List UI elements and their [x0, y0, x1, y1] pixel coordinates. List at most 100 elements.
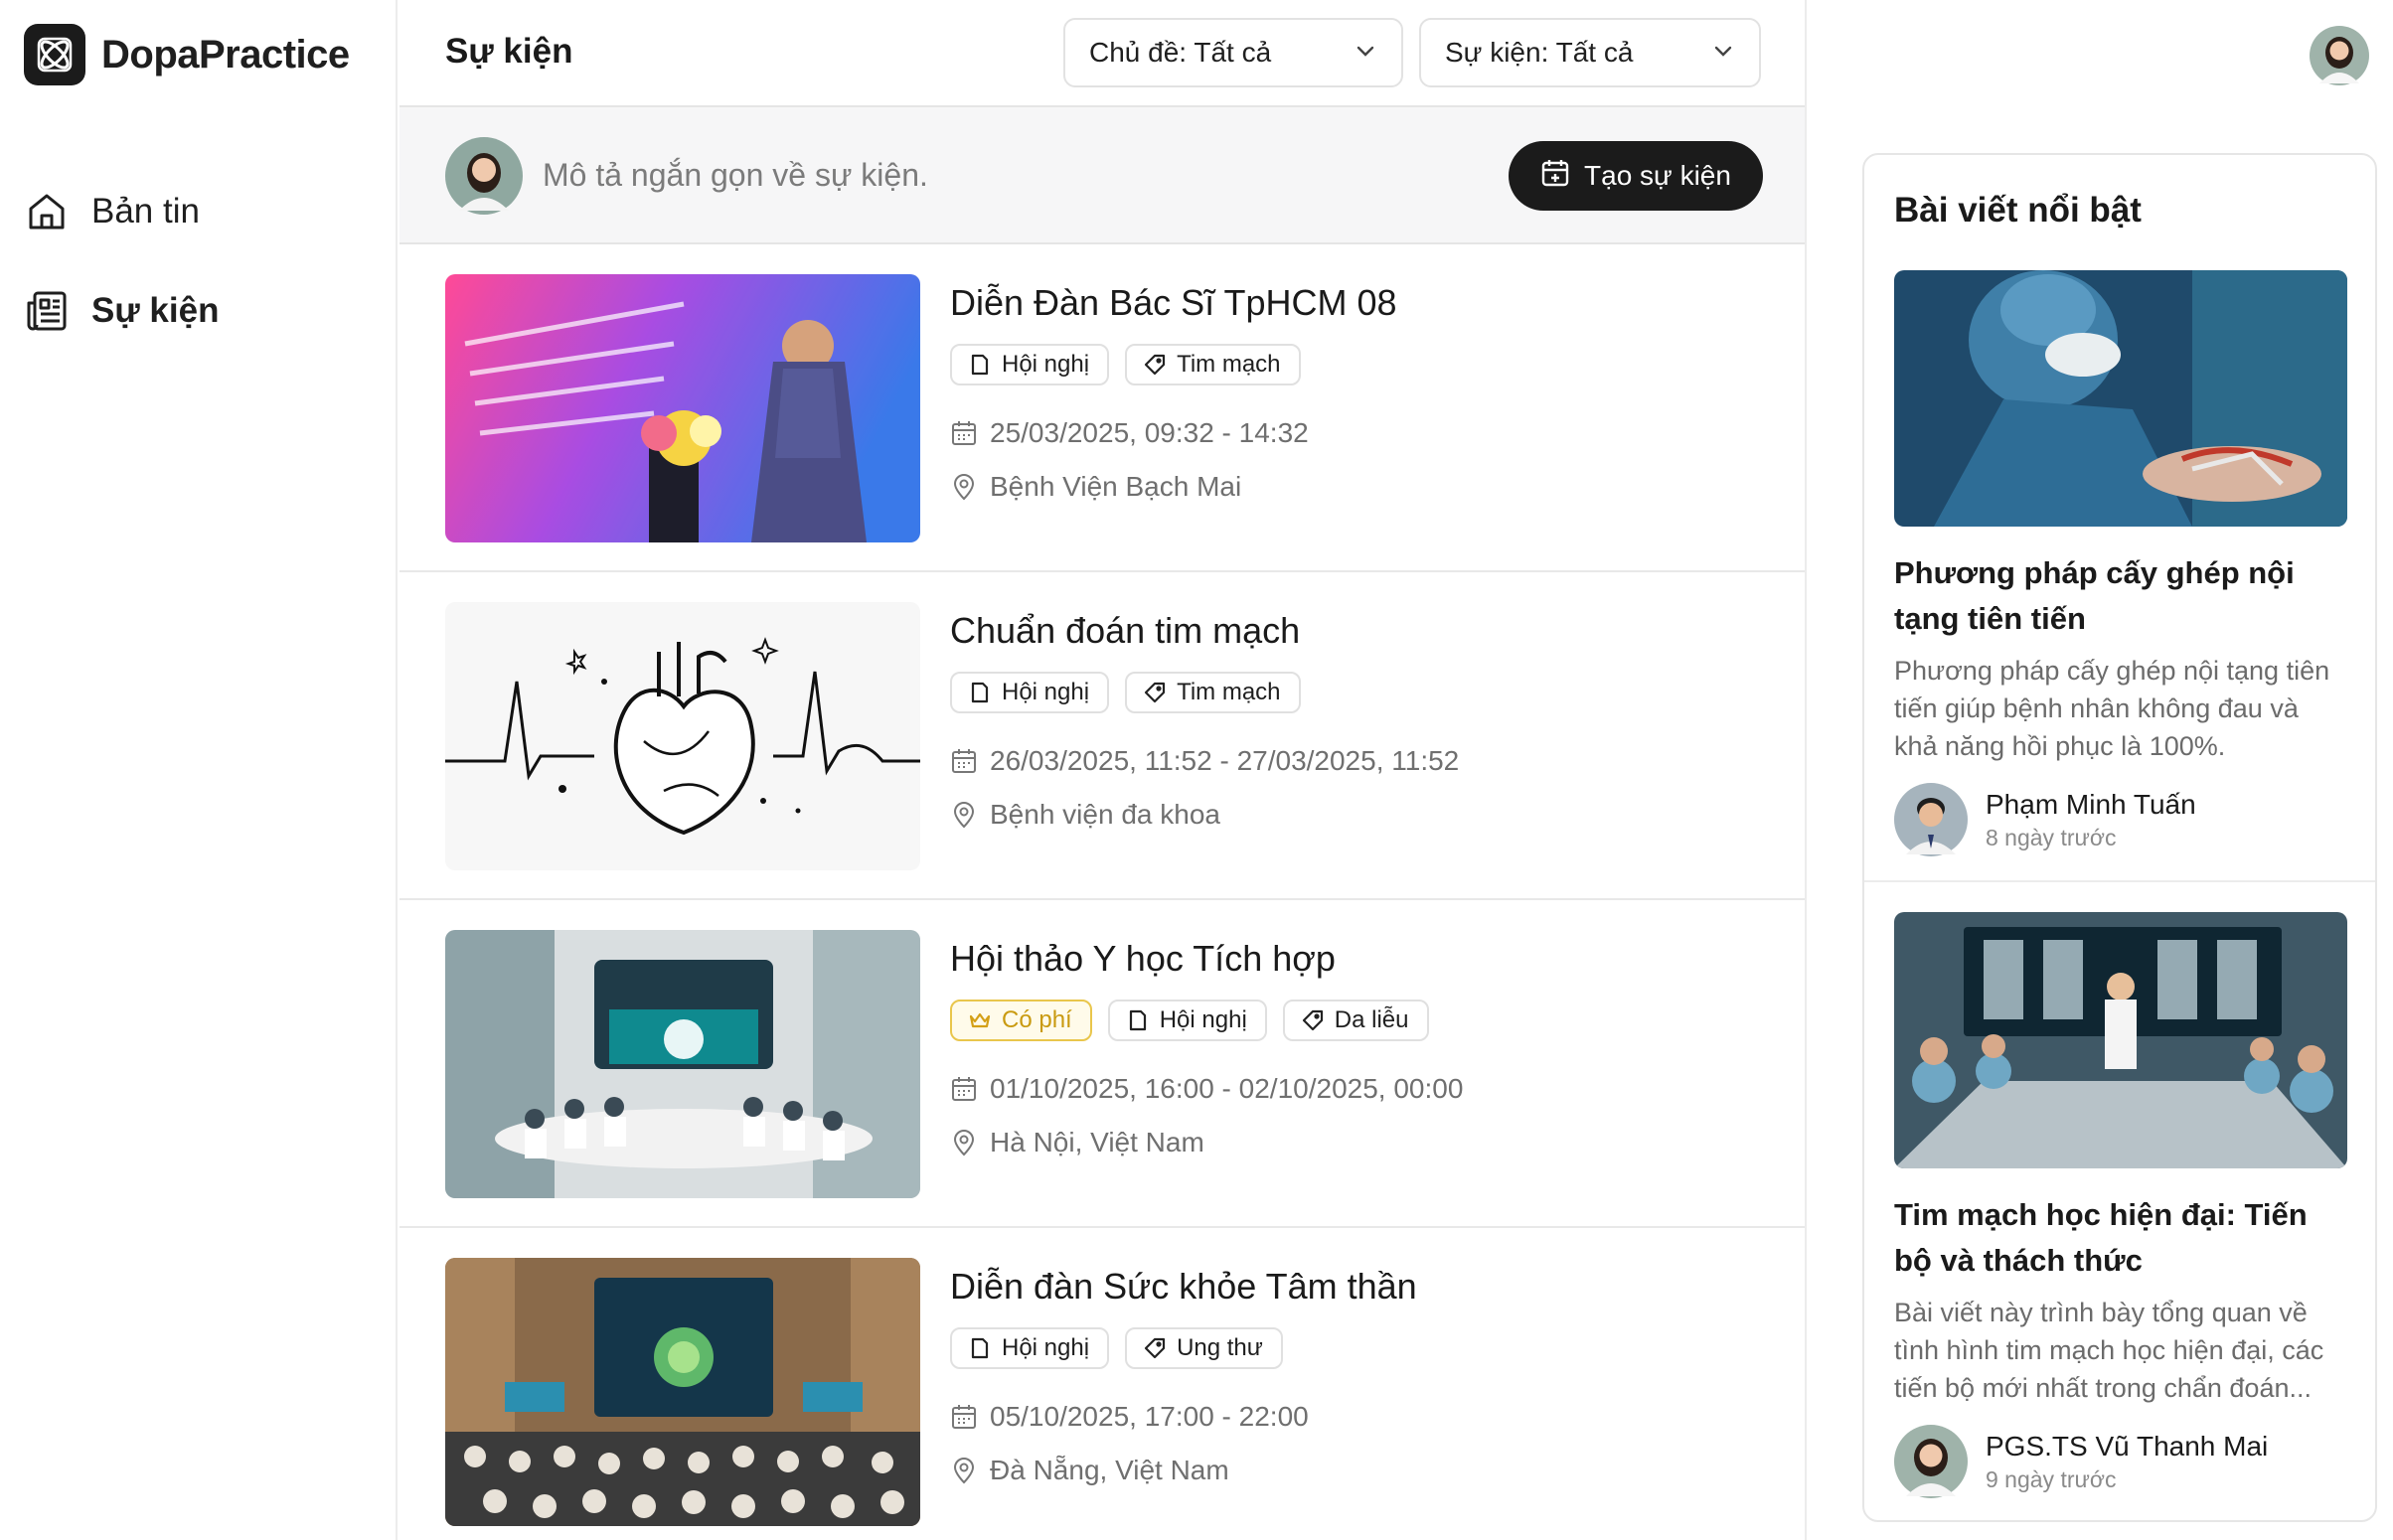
calendar-icon — [950, 1403, 978, 1431]
event-card[interactable]: Chuẩn đoán tim mạch Hội nghị Tim mạch 26… — [399, 572, 1805, 900]
topbar: Sự kiện Chủ đề: Tất cả Sự kiện: Tất cả — [399, 0, 1805, 107]
tag-label: Hội nghị — [1159, 1006, 1247, 1033]
event-location-text: Hà Nội, Việt Nam — [990, 1127, 1204, 1157]
tag-topic[interactable]: Tim mạch — [1125, 672, 1301, 713]
calendar-plus-icon — [1540, 158, 1570, 195]
tag-icon — [1143, 353, 1167, 377]
event-tags: Hội nghị Ung thư — [950, 1327, 1299, 1369]
post-time: 9 ngày trước — [1986, 1465, 2117, 1492]
sidebar-item-news[interactable]: Bản tin — [24, 177, 219, 246]
newspaper-icon — [24, 288, 70, 334]
file-icon — [968, 681, 992, 704]
event-location-text: Bệnh Viện Bạch Mai — [990, 471, 1242, 502]
article-title[interactable]: Phương pháp cấy ghép nội tạng tiên tiến — [1894, 550, 2347, 642]
main-content: Sự kiện Chủ đề: Tất cả Sự kiện: Tất cả M… — [399, 0, 1807, 1540]
article-excerpt: Bài viết này trình bày tổng quan về tình… — [1894, 1298, 2324, 1403]
event-composer: Mô tả ngắn gọn về sự kiện. Tạo sự kiện — [399, 107, 1805, 244]
event-card[interactable]: Hội thảo Y học Tích hợp Có phí Hội nghị … — [399, 900, 1805, 1228]
tag-topic[interactable]: Da liễu — [1282, 1000, 1429, 1041]
author-name[interactable]: PGS.TS Vũ Thanh Mai — [1986, 1431, 2268, 1463]
tag-category[interactable]: Hội nghị — [950, 344, 1110, 385]
calendar-icon — [950, 747, 978, 775]
divider — [1864, 880, 2375, 882]
tag-category[interactable]: Hội nghị — [950, 1327, 1110, 1369]
tag-topic[interactable]: Ung thư — [1125, 1327, 1283, 1369]
event-date: 05/10/2025, 17:00 - 22:00 — [950, 1401, 1309, 1433]
home-icon — [24, 189, 70, 234]
map-pin-icon — [950, 1129, 978, 1156]
author-name[interactable]: Phạm Minh Tuấn — [1986, 789, 2196, 821]
tag-topic[interactable]: Tim mạch — [1125, 344, 1301, 385]
crown-icon — [968, 1008, 992, 1032]
event-location: Bệnh viện đa khoa — [950, 799, 1220, 831]
event-title[interactable]: Chuẩn đoán tim mạch — [950, 610, 1300, 652]
event-card[interactable]: Diễn Đàn Bác Sĩ TpHCM 08 Hội nghị Tim mạ… — [399, 244, 1805, 572]
article-title[interactable]: Tim mạch học hiện đại: Tiến bộ và thách … — [1894, 1192, 2347, 1284]
event-card[interactable]: Diễn đàn Sức khỏe Tâm thần Hội nghị Ung … — [399, 1228, 1805, 1540]
topic-filter-value: Chủ đề: Tất cả — [1089, 37, 1272, 68]
event-location-text: Đà Nẵng, Việt Nam — [990, 1455, 1229, 1485]
event-date: 26/03/2025, 11:52 - 27/03/2025, 11:52 — [950, 745, 1459, 777]
tag-icon — [1301, 1008, 1325, 1032]
file-icon — [1126, 1008, 1150, 1032]
event-location-text: Bệnh viện đa khoa — [990, 799, 1220, 830]
brand[interactable]: DopaPractice — [24, 24, 350, 85]
featured-article[interactable]: Tim mạch học hiện đại: Tiến bộ và thách … — [1894, 912, 2347, 1498]
create-event-button[interactable]: Tạo sự kiện — [1509, 141, 1763, 211]
post-time: 8 ngày trước — [1986, 824, 2117, 850]
article-image — [1894, 912, 2347, 1168]
chevron-down-icon — [1711, 39, 1735, 68]
map-pin-icon — [950, 1457, 978, 1484]
sidebar-item-events[interactable]: Sự kiện — [24, 276, 219, 346]
tag-label: Da liễu — [1334, 1006, 1409, 1033]
avatar — [1894, 1425, 1968, 1498]
event-date-text: 25/03/2025, 09:32 - 14:32 — [990, 417, 1309, 448]
event-thumbnail — [445, 930, 920, 1198]
event-filter-select[interactable]: Sự kiện: Tất cả — [1419, 18, 1761, 87]
avatar — [1894, 783, 1968, 856]
tag-icon — [1143, 1336, 1167, 1360]
featured-title: Bài viết nổi bật — [1894, 191, 2142, 230]
event-date-text: 26/03/2025, 11:52 - 27/03/2025, 11:52 — [990, 745, 1460, 776]
sidebar-item-label: Bản tin — [91, 192, 200, 231]
event-title[interactable]: Diễn Đàn Bác Sĩ TpHCM 08 — [950, 282, 1397, 324]
event-thumbnail — [445, 1258, 920, 1526]
tag-category[interactable]: Hội nghị — [950, 672, 1110, 713]
tag-label: Hội nghị — [1002, 351, 1090, 378]
tag-label: Tim mạch — [1177, 679, 1281, 705]
topic-filter-select[interactable]: Chủ đề: Tất cả — [1063, 18, 1403, 87]
tag-label: Ung thư — [1177, 1334, 1263, 1361]
right-panel: Bài viết nổi bật Phương pháp cấy ghép nộ… — [1809, 0, 2393, 1540]
brand-name: DopaPractice — [101, 32, 350, 77]
event-date: 25/03/2025, 09:32 - 14:32 — [950, 417, 1309, 449]
event-date: 01/10/2025, 16:00 - 02/10/2025, 00:00 — [950, 1073, 1463, 1105]
event-tags: Có phí Hội nghị Da liễu — [950, 1000, 1445, 1041]
event-title[interactable]: Hội thảo Y học Tích hợp — [950, 938, 1336, 980]
calendar-icon — [950, 1075, 978, 1103]
event-thumbnail — [445, 274, 920, 542]
sidebar-item-label: Sự kiện — [91, 291, 220, 330]
event-tags: Hội nghị Tim mạch — [950, 344, 1317, 385]
chevron-down-icon — [1354, 39, 1377, 68]
create-event-label: Tạo sự kiện — [1584, 160, 1731, 191]
article-image — [1894, 270, 2347, 527]
tag-category[interactable]: Hội nghị — [1107, 1000, 1267, 1041]
event-description-input[interactable]: Mô tả ngắn gọn về sự kiện. — [543, 157, 928, 194]
map-pin-icon — [950, 473, 978, 501]
event-date-text: 05/10/2025, 17:00 - 22:00 — [990, 1401, 1309, 1432]
article-author: Phạm Minh Tuấn 8 ngày trước — [1894, 783, 2347, 856]
event-date-text: 01/10/2025, 16:00 - 02/10/2025, 00:00 — [990, 1073, 1464, 1104]
event-filter-value: Sự kiện: Tất cả — [1445, 37, 1634, 68]
featured-article[interactable]: Phương pháp cấy ghép nội tạng tiên tiến … — [1894, 270, 2347, 856]
avatar — [445, 137, 523, 215]
user-avatar[interactable] — [2310, 26, 2369, 85]
page-title: Sự kiện — [445, 32, 573, 71]
sidebar-nav: Bản tin Sự kiện — [24, 177, 219, 376]
map-pin-icon — [950, 801, 978, 829]
tag-paid[interactable]: Có phí — [950, 1000, 1092, 1041]
file-icon — [968, 353, 992, 377]
atom-icon — [24, 24, 85, 85]
event-title[interactable]: Diễn đàn Sức khỏe Tâm thần — [950, 1266, 1417, 1308]
tag-label: Hội nghị — [1002, 1334, 1090, 1361]
tag-label: Hội nghị — [1002, 679, 1090, 705]
